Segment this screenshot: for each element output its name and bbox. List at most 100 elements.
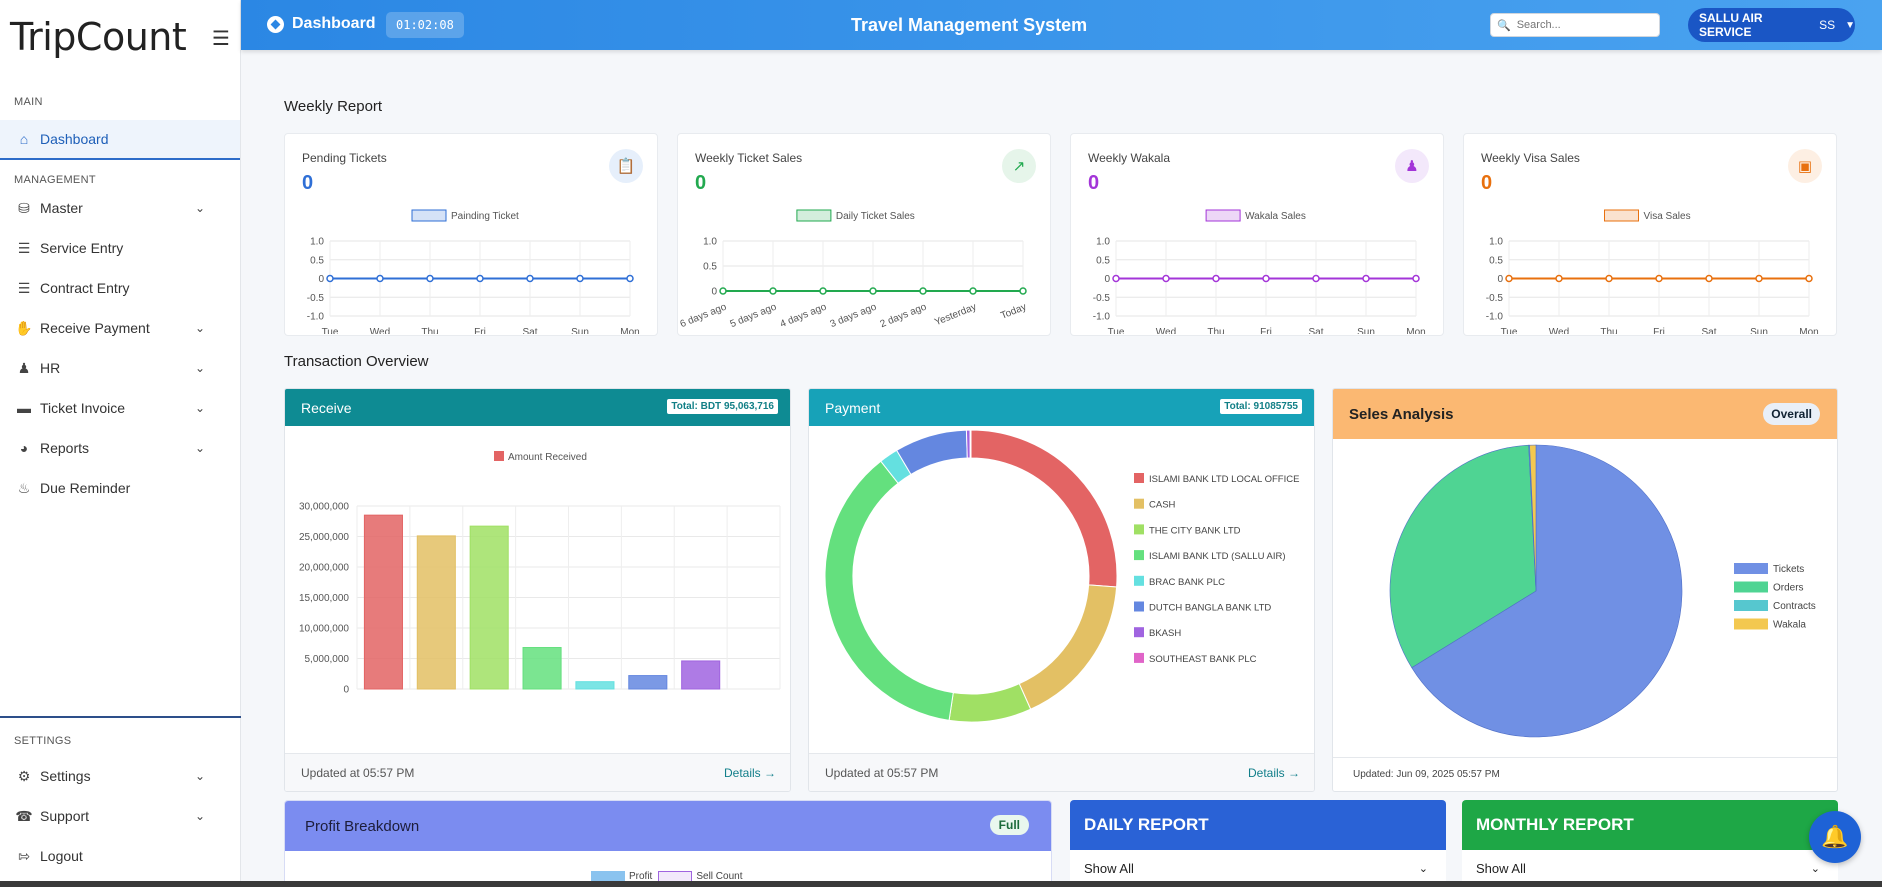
chevron-down-icon: ▼: [1845, 19, 1855, 31]
sidebar-item-label: Ticket Invoice: [40, 400, 126, 416]
sidebar-item-reports[interactable]: ◕ Reports ⌄: [0, 428, 240, 468]
system-title: Travel Management System: [851, 15, 1088, 35]
header-dashboard-link[interactable]: Dashboard: [267, 15, 376, 33]
doughnut-slice: [895, 429, 968, 476]
legend-swatch: [1734, 563, 1768, 574]
x-tick-label: Thu: [1600, 327, 1617, 334]
bar: [469, 525, 509, 690]
logo[interactable]: TripCount ☰: [0, 0, 240, 74]
x-tick-label: Mon: [1799, 327, 1818, 334]
user-menu-button[interactable]: SALLU AIR SERVICE SS ▼: [1688, 8, 1855, 42]
bell-icon: ♨: [17, 479, 31, 496]
details-link[interactable]: Details →: [724, 766, 776, 780]
x-tick-label: 4 days ago: [779, 301, 829, 330]
sales-analysis-panel: Seles Analysis Overall Tickets Orders Cont…: [1332, 388, 1838, 792]
data-point: [819, 287, 827, 295]
full-badge: Full: [989, 815, 1029, 835]
weekly-card-wakala: Weekly Wakala 0 ♟ Wakala Sales 1.0 0.5 0 -0.…: [1070, 133, 1444, 336]
payment-doughnut-chart: ISLAMI BANK LTD LOCAL OFFICE CASH THE CITY…: [824, 429, 1299, 723]
sidebar-item-master[interactable]: ⛁ Master ⌄: [0, 188, 240, 228]
hamburger-menu-icon[interactable]: ☰: [212, 26, 230, 51]
legend-swatch: [1734, 600, 1768, 611]
x-tick-label: Fri: [1260, 327, 1272, 334]
sidebar-item-ticket-invoice[interactable]: ▬ Ticket Invoice ⌄: [0, 388, 240, 428]
doughnut-slice: [1018, 584, 1118, 710]
doughnut-slice: [969, 429, 972, 459]
legend-label: Contracts: [1773, 601, 1816, 612]
y-tick-label: 1.0: [703, 237, 717, 248]
y-tick-label: 10,000,000: [299, 624, 349, 635]
sidebar-item-service-entry[interactable]: ☰ Service Entry: [0, 228, 240, 268]
data-point: [1755, 274, 1763, 283]
data-point: [1312, 274, 1320, 283]
x-tick-label: Sat: [522, 327, 537, 334]
data-point: [1019, 287, 1027, 295]
sidebar-item-settings[interactable]: ⚙ Settings ⌄: [0, 756, 241, 796]
x-tick-label: Tue: [322, 327, 339, 334]
database-icon: ⛁: [18, 199, 30, 216]
sidebar-item-label: Settings: [40, 768, 91, 784]
x-tick-label: Wed: [370, 327, 390, 334]
sidebar-item-receive-payment[interactable]: ✋ Receive Payment ⌄: [0, 308, 240, 348]
legend-label: Daily Ticket Sales: [836, 211, 915, 222]
total-badge: Total: BDT 95,063,716: [667, 399, 778, 414]
sales-pie-chart: Tickets Orders Contracts Wakala: [1389, 444, 1816, 738]
x-tick-label: Fri: [1653, 327, 1665, 334]
y-tick-label: 30,000,000: [299, 502, 349, 513]
notification-bell-button[interactable]: 🔔: [1809, 811, 1861, 863]
sidebar-divider: [0, 716, 241, 718]
y-tick-label: 0: [318, 274, 324, 285]
legend-label: BKASH: [1149, 628, 1181, 639]
sidebar-item-hr[interactable]: ♟ HR ⌄: [0, 348, 240, 388]
x-tick-label: 6 days ago: [679, 301, 729, 330]
y-tick-label: 5,000,000: [305, 654, 350, 665]
weekly-card-ticket-sales: Weekly Ticket Sales 0 ↗ Daily Ticket Sal…: [677, 133, 1051, 336]
doughnut-slice: [824, 460, 954, 721]
doughnut-slice: [948, 683, 1032, 723]
data-point: [1805, 274, 1813, 283]
x-tick-label: Yesterday: [933, 302, 978, 329]
data-point: [1505, 274, 1513, 283]
sidebar-item-due-reminder[interactable]: ♨ Due Reminder: [0, 468, 240, 508]
bottom-scrollbar[interactable]: [0, 881, 1882, 887]
legend-label: DUTCH BANGLA BANK LTD: [1149, 603, 1271, 614]
user-initials: SS: [1819, 18, 1836, 32]
data-point: [476, 274, 484, 283]
trend-up-icon: ↗: [1002, 149, 1036, 183]
legend-swatch: [1734, 618, 1768, 630]
search-box[interactable]: 🔍: [1490, 13, 1660, 37]
y-tick-label: -1.0: [307, 312, 325, 323]
card-title: Weekly Visa Sales: [1481, 151, 1580, 165]
legend-swatch: [1134, 473, 1144, 483]
headset-icon: ☎: [15, 807, 33, 824]
receive-panel: Receive Total: BDT 95,063,716 Amount Rec…: [284, 388, 791, 792]
sidebar-item-contract-entry[interactable]: ☰ Contract Entry: [0, 268, 240, 308]
sidebar-item-support[interactable]: ☎ Support ⌄: [0, 796, 241, 836]
daily-report-card: DAILY REPORT Show All ⌄: [1070, 800, 1446, 887]
y-tick-label: 0.5: [1489, 255, 1503, 266]
panel-title: Seles Analysis: [1349, 405, 1454, 423]
transaction-overview-heading: Transaction Overview: [284, 353, 429, 370]
legend-label: Wakala: [1773, 620, 1806, 631]
profit-card-header: Profit Breakdown Full: [285, 801, 1051, 851]
legend-label: ISLAMI BANK LTD (SALLU AIR): [1149, 551, 1286, 562]
sidebar-item-logout[interactable]: ⇰ Logout: [0, 836, 241, 876]
search-input[interactable]: [1516, 19, 1647, 31]
chevron-down-icon: ⌄: [1810, 863, 1820, 875]
updated-text: Updated at 05:57 PM: [825, 765, 939, 780]
legend-swatch: [411, 209, 447, 222]
data-point: [326, 274, 334, 283]
y-tick-label: 0: [1497, 274, 1503, 285]
data-point: [376, 274, 384, 283]
legend-swatch: [1134, 550, 1144, 561]
data-point: [1162, 274, 1170, 283]
legend-swatch: [1734, 581, 1768, 593]
chevron-down-icon: ⌄: [195, 401, 206, 415]
weekly-card-visa-sales: Weekly Visa Sales 0 ▣ Visa Sales 1.0 0.5 0 -…: [1463, 133, 1837, 336]
details-link[interactable]: Details →: [1248, 766, 1300, 780]
sidebar-item-dashboard[interactable]: ⌂ Dashboard: [0, 120, 240, 160]
card-value: 0: [695, 172, 707, 194]
x-tick-label: Mon: [620, 327, 639, 334]
hand-money-icon: ✋: [15, 319, 33, 336]
x-tick-label: 5 days ago: [729, 301, 779, 330]
